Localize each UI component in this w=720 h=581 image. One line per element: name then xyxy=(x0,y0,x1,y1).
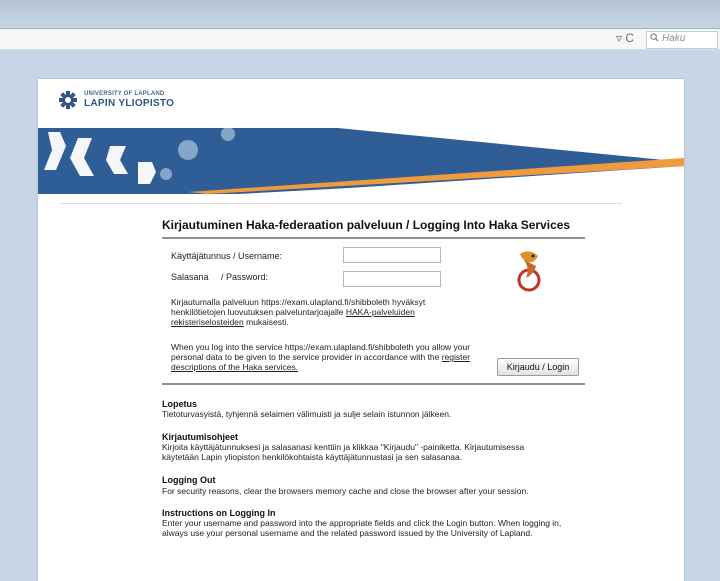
banner-divider xyxy=(60,203,622,204)
instructions-text-fi-line2: käytetään Lapin yliopiston henkilökohtai… xyxy=(162,452,463,462)
haka-register-link-fi[interactable]: HAKA-palveluiden xyxy=(346,307,415,317)
haka-mascot-icon xyxy=(517,251,541,292)
reload-icon[interactable]: ▿ C xyxy=(616,31,634,45)
logo-text-finnish: LAPIN YLIOPISTO xyxy=(84,98,175,109)
browser-toolbar xyxy=(0,29,720,50)
title-divider xyxy=(162,237,585,239)
instructions-text-en-line1: Enter your username and password into th… xyxy=(162,518,562,528)
finnish-consent-line2: henkilötietojen luovutuksen palveluntarj… xyxy=(171,307,346,317)
instructions-heading-fi: Kirjautumisohjeet xyxy=(162,432,239,442)
haka-register-link-en[interactable]: register xyxy=(442,352,470,362)
header-banner xyxy=(38,128,684,194)
browser-search-input[interactable]: Haku xyxy=(646,31,718,49)
instructions-text-en-line2: always use your personal username and th… xyxy=(162,528,533,538)
logout-heading-en: Logging Out xyxy=(162,475,216,485)
english-consent-notice: When you log into the service https://ex… xyxy=(171,342,470,372)
password-label-english: / Password: xyxy=(221,272,269,282)
instructions-heading-en: Instructions on Logging In xyxy=(162,508,276,518)
page-title: Kirjautuminen Haka-federaation palveluun… xyxy=(162,218,571,232)
form-divider xyxy=(162,383,585,385)
instructions-text-fi-line1: Kirjoita käyttäjätunnuksesi ja salasanas… xyxy=(162,442,525,452)
english-consent-line1: When you log into the service https://ex… xyxy=(171,342,471,352)
password-label-finnish: Salasana xyxy=(171,272,209,282)
finnish-consent-line1: Kirjautumalla palveluun https://exam.ula… xyxy=(171,297,426,307)
username-input[interactable] xyxy=(343,247,441,263)
username-label: Käyttäjätunnus / Username: xyxy=(171,251,283,261)
search-placeholder: Haku xyxy=(662,33,686,44)
finnish-consent-line3: mukaisesti. xyxy=(243,317,289,327)
password-input[interactable] xyxy=(343,271,441,287)
haka-register-link-fi-cont[interactable]: rekisteriselosteiden xyxy=(171,317,244,327)
logout-heading-fi: Lopetus xyxy=(162,399,197,409)
logo-text-english: UNIVERSITY OF LAPLAND xyxy=(84,91,165,97)
login-button[interactable]: Kirjaudu / Login xyxy=(497,358,579,376)
logout-text-en: For security reasons, clear the browsers… xyxy=(162,486,529,496)
english-consent-line2: personal data to be given to the service… xyxy=(171,352,442,362)
search-icon xyxy=(650,33,659,42)
university-logo-icon xyxy=(59,91,77,109)
logout-text-fi: Tietoturvasyistä, tyhjennä selaimen väli… xyxy=(162,409,452,419)
haka-register-link-en-cont[interactable]: descriptions of the Haka services. xyxy=(171,362,298,372)
finnish-consent-notice: Kirjautumalla palveluun https://exam.ula… xyxy=(171,297,425,327)
browser-title-bar xyxy=(0,0,720,29)
